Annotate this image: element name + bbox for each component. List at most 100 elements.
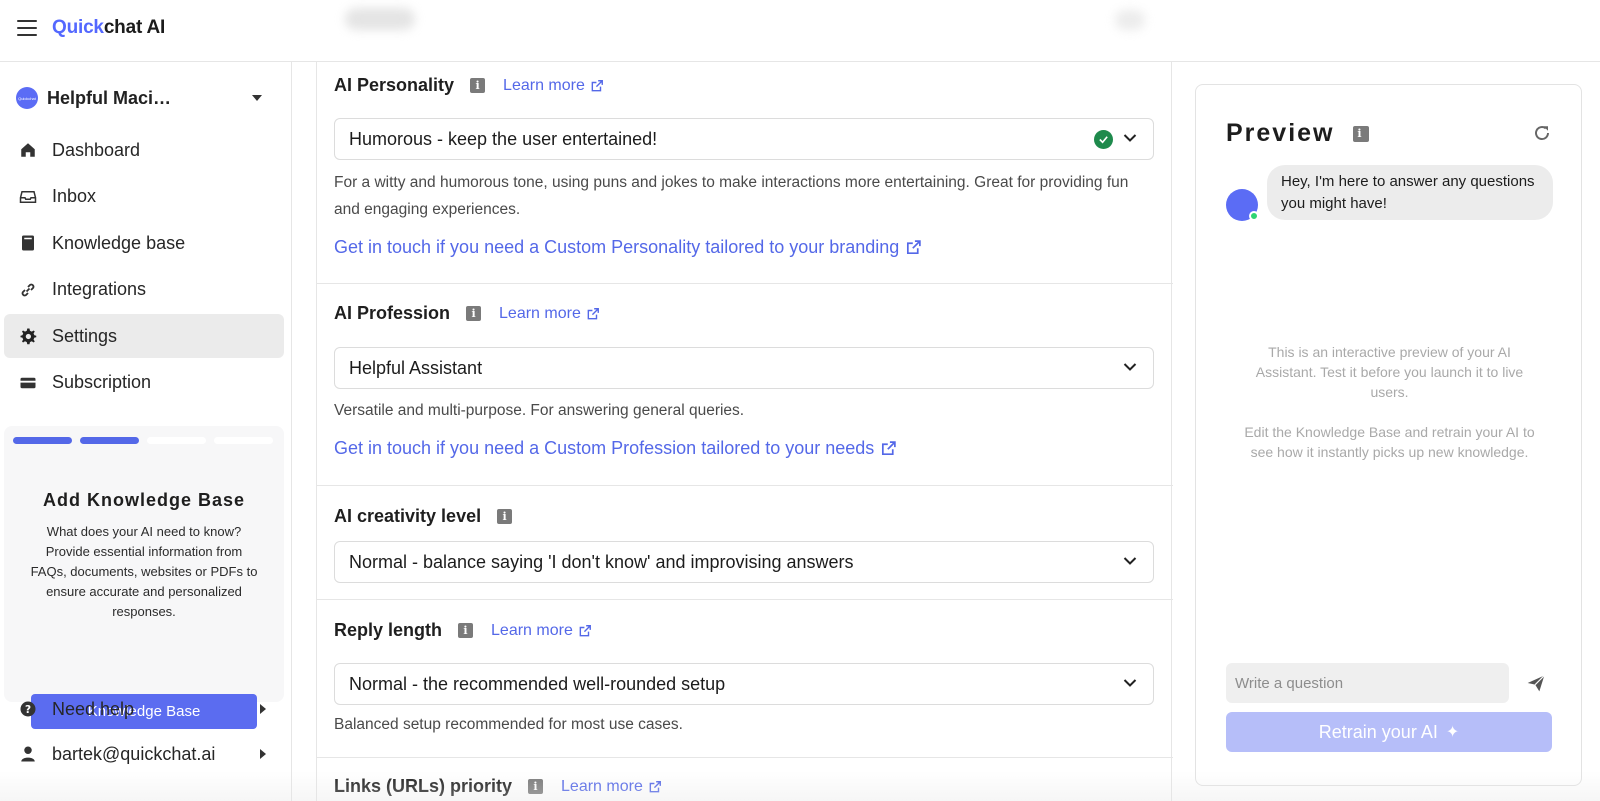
ai-profession-select[interactable]: Helpful Assistant — [334, 347, 1154, 389]
ai-creativity-select[interactable]: Normal - balance saying 'I don't know' a… — [334, 541, 1154, 583]
sidebar-item-dashboard[interactable]: Dashboard — [4, 128, 284, 172]
chevron-down-icon — [1123, 134, 1137, 142]
caret-right-icon — [260, 749, 266, 759]
sidebar-item-label: Subscription — [52, 372, 152, 392]
link-icon — [18, 280, 38, 300]
home-icon — [18, 140, 38, 160]
sidebar-nav: Dashboard Inbox Knowledge base Integrati… — [4, 128, 284, 407]
preview-panel: Preview i Hey, I'm here to answer any qu… — [1195, 84, 1582, 786]
info-icon[interactable]: i — [528, 779, 544, 794]
custom-personality-label: Get in touch if you need a Custom Person… — [334, 237, 900, 257]
sparkles-icon: ✦ — [1445, 724, 1460, 741]
progress-step — [13, 437, 72, 444]
learn-more-label: Learn more — [503, 76, 585, 94]
sidebar-item-inbox[interactable]: Inbox — [4, 175, 284, 219]
reply-length-select[interactable]: Normal - the recommended well-rounded se… — [334, 663, 1154, 705]
onboarding-card: Add Knowledge Base What does your AI nee… — [4, 426, 284, 729]
reply-length-description: Balanced setup recommended for most use … — [334, 716, 683, 733]
links-priority-section: Links (URLs) priority i Learn more — [317, 758, 1173, 801]
gear-icon — [18, 326, 38, 346]
menu-icon[interactable] — [17, 20, 37, 36]
sidebar-item-knowledge-base[interactable]: Knowledge base — [4, 221, 284, 265]
info-icon[interactable]: i — [1352, 125, 1369, 142]
sidebar-item-subscription[interactable]: Subscription — [4, 361, 284, 405]
user-email: bartek@quickchat.ai — [52, 743, 216, 764]
settings-panel: AI Personality i Learn more Humorous - k… — [316, 62, 1173, 801]
info-icon[interactable]: i — [497, 509, 513, 524]
ai-personality-select[interactable]: Humorous - keep the user entertained! — [334, 118, 1154, 160]
brand-logo[interactable]: Quickchat AI — [52, 17, 165, 39]
question-input-placeholder: Write a question — [1235, 674, 1344, 692]
learn-more-link[interactable]: Learn more — [491, 622, 592, 640]
send-icon[interactable] — [1526, 673, 1546, 693]
question-input[interactable]: Write a question — [1226, 663, 1509, 703]
external-link-icon — [587, 307, 599, 319]
chevron-down-icon — [1123, 363, 1137, 371]
learn-more-link[interactable]: Learn more — [503, 77, 604, 95]
info-icon[interactable]: i — [470, 78, 486, 93]
reply-length-header: Reply length i Learn more — [334, 620, 592, 641]
top-bar: Quickchat AI — [0, 0, 1600, 62]
ai-profession-title: AI Profession — [334, 303, 451, 323]
learn-more-link[interactable]: Learn more — [499, 305, 600, 323]
ai-personality-value: Humorous - keep the user entertained! — [349, 128, 658, 149]
bot-avatar — [1226, 189, 1259, 221]
retrain-ai-label: Retrain your AI — [1318, 721, 1438, 742]
progress-step — [147, 437, 206, 444]
external-link-icon — [907, 240, 922, 255]
refresh-icon[interactable] — [1533, 124, 1551, 142]
caret-down-icon — [252, 95, 262, 101]
ai-personality-header: AI Personality i Learn more — [334, 75, 604, 96]
custom-profession-label: Get in touch if you need a Custom Profes… — [334, 438, 875, 458]
learn-more-link[interactable]: Learn more — [561, 778, 662, 796]
sidebar-item-integrations[interactable]: Integrations — [4, 268, 284, 312]
brand-first: Quick — [52, 17, 104, 38]
info-icon[interactable]: i — [466, 306, 482, 321]
reply-length-section: Reply length i Learn more Normal - the r… — [317, 600, 1173, 758]
ai-creativity-title: AI creativity level — [334, 506, 482, 526]
user-icon — [18, 744, 38, 764]
chat-message-bubble: Hey, I'm here to answer any questions yo… — [1267, 165, 1553, 220]
bot-name: Helpful Maci… — [47, 87, 172, 108]
caret-right-icon — [260, 704, 266, 714]
external-link-icon — [591, 79, 603, 91]
book-icon — [18, 233, 38, 253]
brand-second: chat AI — [103, 17, 166, 38]
external-link-icon — [579, 624, 591, 636]
user-account-item[interactable]: bartek@quickchat.ai — [4, 734, 284, 774]
preview-note: This is an interactive preview of your A… — [1255, 344, 1524, 400]
ai-profession-header: AI Profession i Learn more — [334, 303, 600, 324]
progress-step — [214, 437, 273, 444]
bot-avatar: Quickchat — [16, 87, 38, 109]
chevron-down-icon — [1123, 557, 1137, 565]
onboarding-text: What does your AI need to know? Provide … — [30, 524, 258, 619]
inbox-icon — [18, 187, 38, 207]
retrain-ai-button[interactable]: Retrain your AI ✦ — [1226, 712, 1552, 752]
sidebar-item-label: Settings — [52, 325, 118, 346]
preview-note: Edit the Knowledge Base and retrain your… — [1244, 424, 1535, 460]
blurred-header-element-2 — [1115, 10, 1145, 30]
ai-personality-title: AI Personality — [334, 75, 455, 95]
info-icon[interactable]: i — [458, 623, 474, 638]
learn-more-label: Learn more — [499, 304, 581, 322]
ai-personality-section: AI Personality i Learn more Humorous - k… — [317, 62, 1173, 284]
ai-personality-description: For a witty and humorous tone, using pun… — [334, 174, 1129, 218]
ai-creativity-value: Normal - balance saying 'I don't know' a… — [349, 551, 854, 572]
preview-title-text: Preview — [1226, 119, 1335, 147]
help-circle-icon: ? — [18, 699, 38, 719]
blurred-header-element — [345, 8, 415, 30]
custom-profession-link[interactable]: Get in touch if you need a Custom Profes… — [334, 438, 897, 459]
svg-text:?: ? — [25, 704, 31, 716]
reply-length-title: Reply length — [334, 620, 443, 640]
ai-profession-description: Versatile and multi-purpose. For answeri… — [334, 402, 745, 419]
sidebar-item-settings[interactable]: Settings — [4, 314, 284, 358]
need-help-item[interactable]: ? Need help — [4, 689, 284, 729]
external-link-icon — [649, 780, 661, 792]
sidebar-item-label: Integrations — [52, 279, 147, 299]
custom-personality-link[interactable]: Get in touch if you need a Custom Person… — [334, 237, 922, 258]
links-priority-title: Links (URLs) priority — [334, 776, 513, 796]
sidebar: Quickchat Helpful Maci… Dashboard Inbox … — [0, 62, 292, 801]
need-help-label: Need help — [52, 698, 135, 719]
bot-selector[interactable]: Quickchat Helpful Maci… — [16, 82, 276, 114]
links-priority-header: Links (URLs) priority i Learn more — [334, 776, 662, 797]
